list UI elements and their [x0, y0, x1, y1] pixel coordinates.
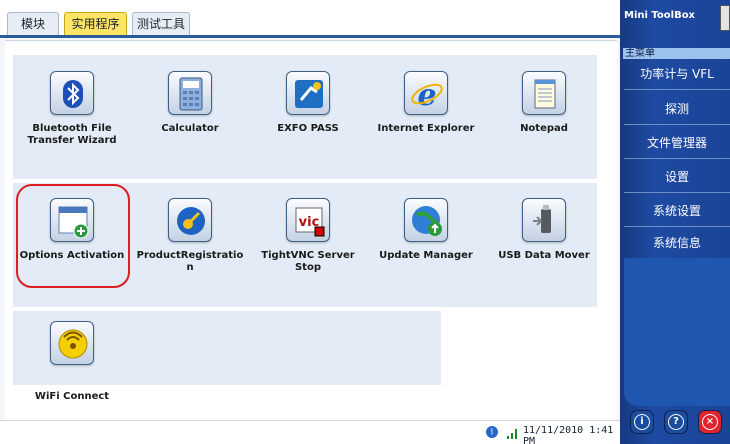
main-area: 模块 实用程序 测试工具 Bluetooth File Transfer Wiz… [0, 0, 620, 444]
tab-underline [0, 35, 620, 38]
app-usb-data-mover[interactable]: USB Data Mover [485, 198, 603, 278]
app-exfo-pass[interactable]: EXFO PASS [249, 71, 367, 151]
exfo-pass-icon [286, 71, 330, 115]
menu-system-settings[interactable]: 系统设置 [624, 196, 730, 227]
tab-bar: 模块 实用程序 测试工具 [0, 0, 620, 38]
wifi-icon [50, 321, 94, 365]
app-calculator[interactable]: Calculator [131, 71, 249, 151]
info-button[interactable]: i [630, 410, 654, 434]
app-bluetooth-file-transfer[interactable]: Bluetooth File Transfer Wizard [13, 71, 131, 151]
calculator-icon [168, 71, 212, 115]
app-product-registration[interactable]: ProductRegistratio n [131, 198, 249, 278]
device-icon [720, 5, 730, 31]
tab-utilities[interactable]: 实用程序 [64, 12, 127, 36]
close-button[interactable]: × [698, 410, 722, 434]
notepad-icon [522, 71, 566, 115]
help-button[interactable]: ? [664, 410, 688, 434]
app-tightvnc-server-stop[interactable]: vic TightVNC Server Stop [249, 198, 367, 278]
info-icon: i [634, 414, 650, 430]
app-label: Update Manager [379, 250, 473, 261]
app-label: TightVNC Server Stop [261, 250, 355, 273]
app-label: WiFi Connect [34, 391, 110, 402]
menu-power-meter-vfl[interactable]: 功率计与 VFL [624, 59, 730, 90]
app-label: ProductRegistratio n [136, 250, 244, 273]
app-update-manager[interactable]: Update Manager [367, 198, 485, 278]
signal-icon [506, 425, 520, 439]
side-title: Mini ToolBox [624, 10, 696, 21]
app-label: USB Data Mover [498, 250, 590, 261]
product-registration-icon [168, 198, 212, 242]
app-label: EXFO PASS [277, 123, 339, 134]
usb-data-mover-icon [522, 198, 566, 242]
tab-test-tools[interactable]: 测试工具 [132, 12, 190, 36]
app-label: Notepad [520, 123, 568, 134]
app-label: Calculator [161, 123, 219, 134]
menu-settings[interactable]: 设置 [624, 162, 730, 193]
update-manager-icon [404, 198, 448, 242]
app-internet-explorer[interactable]: e Internet Explorer [367, 71, 485, 151]
menu-system-info[interactable]: 系统信息 [624, 228, 730, 259]
status-bar: ᛒ 11/11/2010 1:41 PM [0, 420, 620, 444]
app-label: Internet Explorer [377, 123, 475, 134]
tab-modules[interactable]: 模块 [7, 12, 59, 36]
tightvnc-icon: vic [286, 198, 330, 242]
close-icon: × [702, 414, 718, 430]
app-label: Bluetooth File Transfer Wizard [27, 123, 117, 146]
app-wifi-connect[interactable]: WiFi Connect [13, 321, 131, 402]
app-notepad[interactable]: Notepad [485, 71, 603, 151]
screen: 模块 实用程序 测试工具 Bluetooth File Transfer Wiz… [0, 0, 730, 444]
status-datetime: 11/11/2010 1:41 PM [523, 425, 614, 444]
help-icon: ? [668, 414, 684, 430]
svg-text:e: e [417, 78, 436, 113]
menu-probe[interactable]: 探测 [624, 94, 730, 125]
internet-explorer-icon: e [404, 71, 448, 115]
side-section-header: 主菜单 [623, 48, 730, 59]
highlight-ring [16, 184, 130, 288]
side-panel-lower [624, 258, 730, 406]
side-panel: Mini ToolBox 主菜单 功率计与 VFL 探测 文件管理器 设置 系统… [620, 0, 730, 444]
bluetooth-icon [50, 71, 94, 115]
bluetooth-status-icon: ᛒ [486, 426, 498, 438]
menu-file-manager[interactable]: 文件管理器 [624, 128, 730, 159]
